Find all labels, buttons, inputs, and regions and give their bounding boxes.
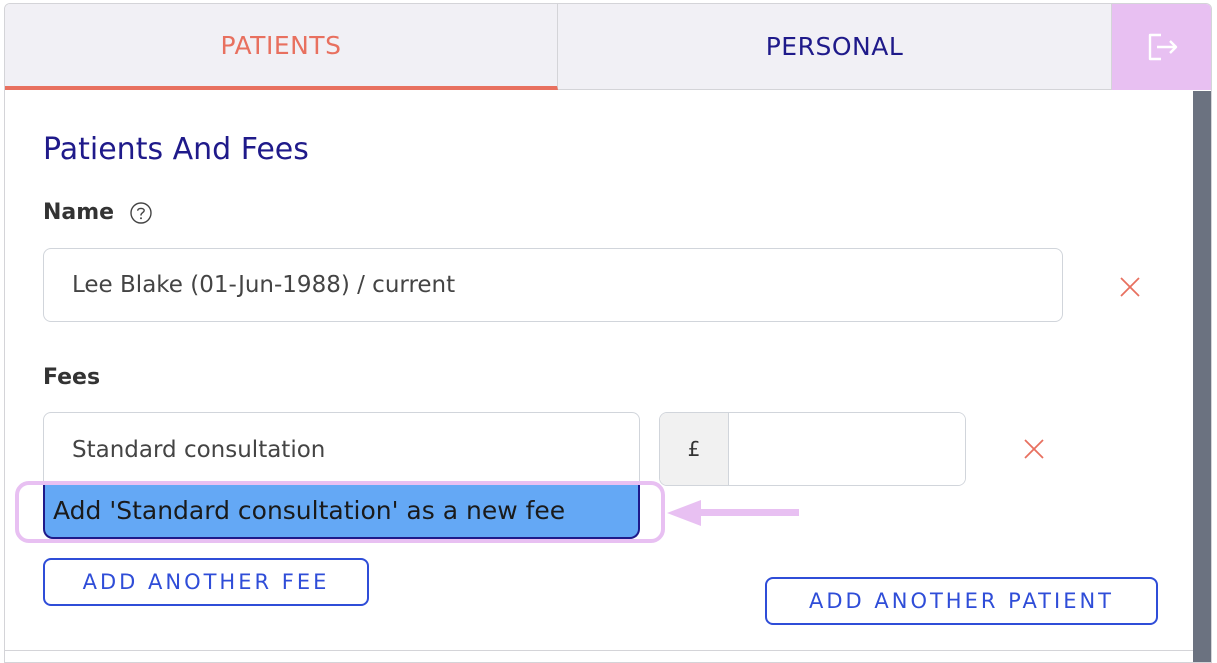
- fee-amount-group: £: [659, 412, 966, 486]
- remove-fee-button[interactable]: [1023, 438, 1045, 464]
- close-icon: [1024, 439, 1044, 459]
- tab-bar: PATIENTS PERSONAL: [5, 4, 1211, 91]
- logout-icon: [1148, 33, 1177, 61]
- patient-name-value: Lee Blake (01-Jun-1988) / current: [72, 272, 456, 298]
- add-another-patient-button[interactable]: ADD ANOTHER PATIENT: [765, 577, 1158, 625]
- close-icon: [1120, 277, 1140, 297]
- divider: [5, 650, 1193, 651]
- help-circle-icon[interactable]: [129, 201, 153, 229]
- app-frame: PATIENTS PERSONAL Patients And Fees Name…: [4, 3, 1212, 663]
- currency-prefix: £: [660, 413, 729, 485]
- fee-name-input[interactable]: Standard consultation: [43, 412, 640, 488]
- fee-name-value: Standard consultation: [72, 437, 326, 463]
- scrollbar[interactable]: [1193, 91, 1211, 662]
- add-another-fee-button[interactable]: ADD ANOTHER FEE: [43, 558, 369, 606]
- tab-patients[interactable]: PATIENTS: [5, 4, 558, 90]
- patient-name-input[interactable]: Lee Blake (01-Jun-1988) / current: [43, 248, 1063, 322]
- logout-button[interactable]: [1112, 4, 1211, 90]
- section-title: Patients And Fees: [43, 132, 309, 167]
- remove-patient-button[interactable]: [1119, 276, 1141, 302]
- tab-personal[interactable]: PERSONAL: [558, 4, 1112, 90]
- fee-amount-input[interactable]: [729, 413, 965, 485]
- arrow-left-icon: [665, 498, 801, 532]
- fees-label: Fees: [43, 365, 101, 390]
- name-label: Name: [43, 200, 115, 225]
- add-new-fee-suggestion[interactable]: Add 'Standard consultation' as a new fee: [43, 484, 640, 539]
